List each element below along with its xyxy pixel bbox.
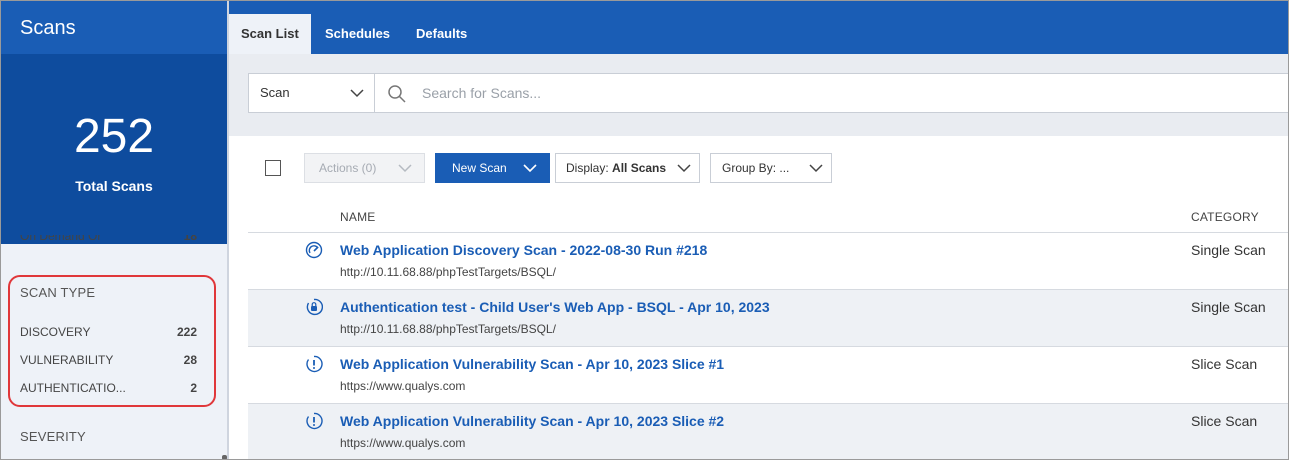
new-scan-button[interactable]: New Scan: [435, 153, 550, 183]
table-row[interactable]: Web Application Vulnerability Scan - Apr…: [248, 404, 1288, 459]
list-toolbar: Actions (0) New Scan Display: All Scans: [229, 136, 1288, 196]
total-scans-count: 252: [73, 110, 155, 163]
scan-category: Single Scan: [1191, 299, 1266, 315]
vulnerability-scan-icon: [305, 355, 323, 373]
scan-name-link[interactable]: Web Application Vulnerability Scan - Apr…: [340, 413, 724, 429]
chevron-down-icon: [523, 154, 537, 192]
display-filter-dropdown[interactable]: Display: All Scans: [555, 153, 700, 183]
main-panel: Scan List Schedules Defaults Scan Action…: [229, 1, 1288, 459]
page-title: Scans: [20, 17, 76, 39]
scan-target-url: https://www.qualys.com: [340, 436, 466, 450]
authentication-scan-icon: [305, 298, 324, 316]
tab-defaults[interactable]: Defaults: [404, 14, 479, 54]
scan-target-url: http://10.11.68.88/phpTestTargets/BSQL/: [340, 265, 556, 279]
chevron-down-icon: [350, 74, 364, 127]
scan-type-highlight: [8, 275, 216, 407]
actions-button[interactable]: Actions (0): [304, 153, 425, 183]
display-value: All Scans: [612, 161, 667, 175]
table-row[interactable]: Web Application Vulnerability Scan - Apr…: [248, 347, 1288, 404]
chevron-down-icon: [809, 154, 823, 192]
scan-target-url: https://www.qualys.com: [340, 379, 466, 393]
display-prefix: Display:: [566, 161, 609, 175]
facet-label: On Demand Or: [20, 235, 102, 243]
scan-name-link[interactable]: Web Application Vulnerability Scan - Apr…: [340, 356, 724, 372]
scan-target-url: http://10.11.68.88/phpTestTargets/BSQL/: [340, 322, 556, 336]
search-scope-select[interactable]: Scan: [248, 73, 375, 113]
scan-category: Slice Scan: [1191, 413, 1258, 429]
chevron-down-icon: [677, 154, 691, 192]
group-by-label: Group By: ...: [722, 161, 790, 175]
sidebar: Scans 252 Total Scans On Demand Or 18 SC…: [1, 1, 227, 459]
scan-category: Slice Scan: [1191, 356, 1258, 372]
group-by-dropdown[interactable]: Group By: ...: [710, 153, 832, 183]
scan-category: Single Scan: [1191, 242, 1266, 258]
app-window: Scans 252 Total Scans On Demand Or 18 SC…: [0, 0, 1289, 460]
tab-schedules[interactable]: Schedules: [313, 14, 402, 54]
actions-label: Actions (0): [319, 161, 377, 175]
search-input[interactable]: [422, 74, 1222, 112]
search-icon: [387, 84, 407, 104]
vulnerability-scan-icon: [305, 412, 323, 430]
scan-name-link[interactable]: Authentication test - Child User's Web A…: [340, 299, 770, 315]
scan-name-link[interactable]: Web Application Discovery Scan - 2022-08…: [340, 242, 707, 258]
table-row[interactable]: Web Application Discovery Scan - 2022-08…: [248, 233, 1288, 290]
chevron-down-icon: [398, 154, 412, 192]
total-scans-card: 252 Total Scans: [1, 54, 227, 244]
tab-scan-list[interactable]: Scan List: [229, 14, 311, 54]
column-header-category[interactable]: CATEGORY: [1191, 210, 1259, 224]
search-bar-area: Scan: [229, 54, 1288, 136]
facet-count: 18: [183, 235, 197, 243]
search-scope-value: Scan: [260, 85, 290, 100]
severity-heading: SEVERITY: [20, 429, 86, 444]
select-all-checkbox[interactable]: [265, 160, 281, 176]
sidebar-header: Scans: [1, 1, 227, 54]
new-scan-label: New Scan: [452, 161, 507, 175]
table-row[interactable]: Authentication test - Child User's Web A…: [248, 290, 1288, 347]
search-box: [375, 73, 1288, 113]
column-header-name[interactable]: NAME: [340, 210, 375, 224]
total-scans-label: Total Scans: [75, 178, 153, 194]
tab-bar: Scan List Schedules Defaults: [229, 1, 1288, 54]
facet-row-on-demand[interactable]: On Demand Or 18: [20, 235, 200, 247]
discovery-scan-icon: [305, 241, 323, 259]
